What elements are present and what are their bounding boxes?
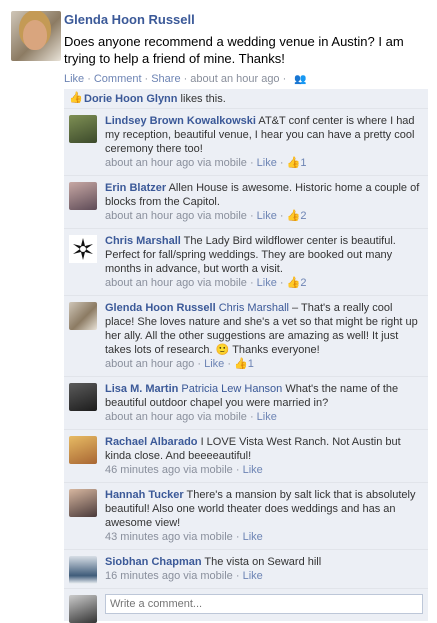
viewer-avatar <box>69 595 97 623</box>
comment-like-button[interactable]: Like <box>243 570 263 582</box>
comment-meta: about an hour ago via mobile · Like · 👍2 <box>105 277 307 289</box>
comment-body: Hannah Tucker There's a mansion by salt … <box>105 488 422 530</box>
comment-like-button[interactable]: Like <box>257 277 277 289</box>
separator: · <box>144 73 149 85</box>
comment-like-button[interactable]: Like <box>257 411 277 423</box>
thumbs-up-icon: 👍 <box>69 92 83 104</box>
comment-time: about an hour ago via mobile <box>105 157 247 169</box>
commenter-avatar[interactable] <box>69 235 97 263</box>
mention-link[interactable]: Chris Marshall <box>219 302 289 314</box>
post-content: Glenda Hoon Russell Does anyone recommen… <box>64 12 428 87</box>
comment: Glenda Hoon Russell Chris Marshall – Tha… <box>64 296 428 377</box>
commenter-name[interactable]: Rachael Albarado <box>105 436 198 448</box>
comment-time: about an hour ago via mobile <box>105 411 247 423</box>
liker-name[interactable]: Dorie Hoon Glynn <box>84 93 178 105</box>
comment-meta: about an hour ago via mobile · Like · 👍2 <box>105 210 307 222</box>
commenter-name[interactable]: Hannah Tucker <box>105 489 184 501</box>
comment-time: about an hour ago via mobile <box>105 277 247 289</box>
commenter-avatar[interactable] <box>69 556 97 584</box>
comment-like-count[interactable]: 2 <box>300 277 306 289</box>
mention-link[interactable]: Patricia Lew Hanson <box>181 383 282 395</box>
comment-time: about an hour ago via mobile <box>105 210 247 222</box>
spurs-logo-icon <box>69 235 97 263</box>
comment-time: about an hour ago <box>105 358 195 370</box>
comment-meta: 43 minutes ago via mobile · Like <box>105 531 263 543</box>
comment: Lisa M. Martin Patricia Lew Hanson What'… <box>64 377 428 430</box>
comment-body: Chris Marshall The Lady Bird wildflower … <box>105 234 422 276</box>
comment-like-button[interactable]: Like <box>243 464 263 476</box>
comment-body: Glenda Hoon Russell Chris Marshall – Tha… <box>105 301 422 357</box>
comment-like-button[interactable]: Like <box>257 210 277 222</box>
comment-time: 16 minutes ago via mobile <box>105 570 233 582</box>
comment-like-count[interactable]: 1 <box>300 157 306 169</box>
commenter-name[interactable]: Glenda Hoon Russell <box>105 302 216 314</box>
commenter-name[interactable]: Lisa M. Martin <box>105 383 178 395</box>
thumbs-up-icon: 👍 <box>286 210 301 222</box>
comment-time: 46 minutes ago via mobile <box>105 464 233 476</box>
likes-text: likes this. <box>177 93 226 105</box>
comment-body: Rachael Albarado I LOVE Vista West Ranch… <box>105 435 422 463</box>
separator: · <box>282 73 287 85</box>
comment: Lindsey Brown Kowalkowski AT&T conf cent… <box>64 109 428 176</box>
comment: Rachael Albarado I LOVE Vista West Ranch… <box>64 430 428 483</box>
comment-button[interactable]: Comment <box>94 73 142 85</box>
comment-meta: about an hour ago · Like · 👍1 <box>105 358 254 370</box>
comments-box: 👍 Dorie Hoon Glynn likes this. Lindsey B… <box>64 89 428 623</box>
comment-body: Siobhan Chapman The vista on Seward hill <box>105 555 422 569</box>
comment-text: The vista on Seward hill <box>201 556 322 568</box>
post-actions: Like · Comment · Share · about an hour a… <box>64 71 428 87</box>
comment-like-button[interactable]: Like <box>204 358 224 370</box>
commenter-avatar[interactable] <box>69 489 97 517</box>
comment-meta: about an hour ago via mobile · Like · 👍1 <box>105 157 307 169</box>
post: Glenda Hoon Russell Does anyone recommen… <box>0 0 437 623</box>
like-button[interactable]: Like <box>64 73 84 85</box>
comment-input[interactable] <box>105 594 423 614</box>
post-message: Does anyone recommend a wedding venue in… <box>64 34 404 66</box>
comment-like-button[interactable]: Like <box>243 531 263 543</box>
likes-row: 👍 Dorie Hoon Glynn likes this. <box>64 89 428 109</box>
commenter-name[interactable]: Siobhan Chapman <box>105 556 202 568</box>
post-time[interactable]: about an hour ago <box>190 73 279 85</box>
comment: Siobhan Chapman The vista on Seward hill… <box>64 550 428 589</box>
comment-time: 43 minutes ago via mobile <box>105 531 233 543</box>
comment-body: Lindsey Brown Kowalkowski AT&T conf cent… <box>105 114 422 156</box>
commenter-name[interactable]: Lindsey Brown Kowalkowski <box>105 115 256 127</box>
comment-composer <box>64 589 428 623</box>
comment-meta: 46 minutes ago via mobile · Like <box>105 464 263 476</box>
thumbs-up-icon: 👍 <box>286 157 301 169</box>
author-avatar[interactable] <box>11 11 61 61</box>
comment-body: Lisa M. Martin Patricia Lew Hanson What'… <box>105 382 422 410</box>
commenter-name[interactable]: Erin Blatzer <box>105 182 166 194</box>
commenter-avatar[interactable] <box>69 383 97 411</box>
comment-like-button[interactable]: Like <box>257 157 277 169</box>
commenter-avatar[interactable] <box>69 436 97 464</box>
separator: · <box>87 73 91 85</box>
comment-body: Erin Blatzer Allen House is awesome. His… <box>105 181 422 209</box>
comment-like-count[interactable]: 2 <box>300 210 306 222</box>
share-button[interactable]: Share <box>151 73 180 85</box>
thumbs-up-icon: 👍 <box>286 277 301 289</box>
comment-like-count[interactable]: 1 <box>248 358 254 370</box>
commenter-avatar[interactable] <box>69 182 97 210</box>
comment-meta: 16 minutes ago via mobile · Like <box>105 570 263 582</box>
comment: Erin Blatzer Allen House is awesome. His… <box>64 176 428 229</box>
commenter-name[interactable]: Chris Marshall <box>105 235 181 247</box>
commenter-avatar[interactable] <box>69 115 97 143</box>
commenter-avatar[interactable] <box>69 302 97 330</box>
friends-icon[interactable]: 👥 <box>294 74 306 85</box>
comment: Hannah Tucker There's a mansion by salt … <box>64 483 428 550</box>
post-author[interactable]: Glenda Hoon Russell <box>64 12 428 27</box>
separator: · <box>183 73 188 85</box>
comment: Chris Marshall The Lady Bird wildflower … <box>64 229 428 296</box>
thumbs-up-icon: 👍 <box>234 358 248 370</box>
comment-meta: about an hour ago via mobile · Like <box>105 411 277 423</box>
